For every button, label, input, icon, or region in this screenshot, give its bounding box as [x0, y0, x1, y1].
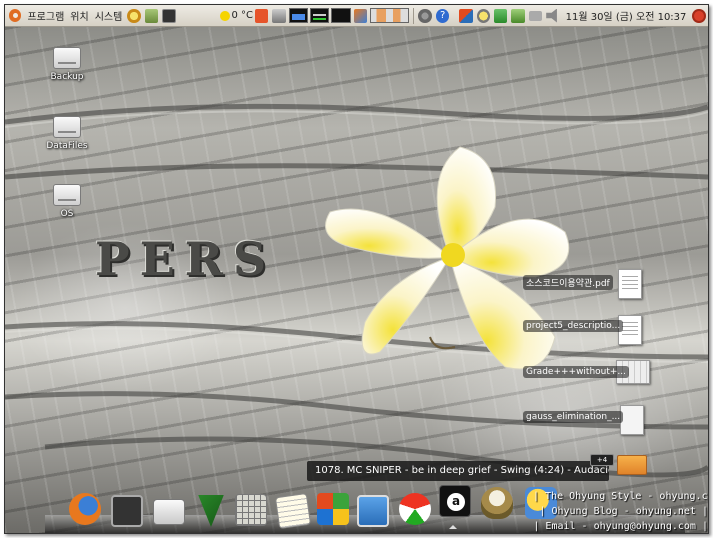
- audacious-icon[interactable]: a: [439, 485, 471, 517]
- credit-text: | The Ohyung Style - ohyung.com | | Ohyu…: [533, 489, 708, 533]
- menu-applications[interactable]: 프로그램: [24, 5, 67, 26]
- update-notifier-icon[interactable]: [476, 8, 490, 23]
- file-label: 소스코드이용약관.pdf: [523, 275, 613, 290]
- desktop-icon-backup[interactable]: Backup: [32, 47, 102, 82]
- menu-system[interactable]: 시스템: [92, 5, 126, 26]
- desktop-icon-label: OS: [60, 209, 74, 219]
- help-icon[interactable]: ?: [435, 8, 450, 23]
- firefox-launcher-icon[interactable]: [353, 8, 368, 23]
- memory-monitor-icon: [310, 8, 330, 23]
- desktop-icon-label: DataFiles: [46, 141, 88, 151]
- rss-icon[interactable]: [255, 8, 269, 23]
- notification-icon[interactable]: [459, 8, 473, 23]
- now-playing-badge: +4: [590, 454, 614, 466]
- screenshot-icon[interactable]: [272, 8, 286, 23]
- weather-sun-icon: [219, 10, 230, 21]
- settings-gear-icon[interactable]: [418, 8, 432, 23]
- drive-icon: [53, 47, 81, 69]
- windows-icon[interactable]: [317, 493, 349, 525]
- screen: PERS Backup DataFiles OS 소스코드이용약관.pdf pr…: [4, 4, 709, 534]
- calculator-icon[interactable]: [235, 494, 267, 526]
- cpu-monitor-icon: [288, 8, 309, 23]
- weather-temperature[interactable]: 0 °C: [232, 10, 254, 21]
- credit-line: | The Ohyung Style - ohyung.com |: [533, 491, 708, 502]
- dock-indicator-arrow: [449, 525, 457, 529]
- drive-icon: [53, 116, 81, 138]
- network-icon[interactable]: [357, 495, 389, 527]
- terminal-icon[interactable]: [111, 495, 143, 527]
- file-label: project5_descriptio...: [523, 320, 624, 332]
- drive-icon: [53, 184, 81, 206]
- folder-icon: [617, 455, 647, 475]
- credit-line: | Ohyung Blog - ohyung.net |: [539, 506, 708, 517]
- power-icon[interactable]: [692, 8, 706, 23]
- volume-icon[interactable]: [546, 8, 557, 23]
- file-label: gauss_elimination_...: [523, 411, 624, 423]
- credit-line: | Email - ohyung@ohyung.com |: [533, 521, 708, 532]
- ubuntu-logo-icon[interactable]: [9, 9, 22, 22]
- drive-icon[interactable]: [153, 499, 185, 525]
- keyboard-icon[interactable]: [528, 10, 543, 21]
- clock[interactable]: 11월 30일 (금) 오전 10:37: [566, 8, 687, 23]
- workspace-switcher[interactable]: [370, 8, 409, 23]
- text-editor-icon[interactable]: [274, 492, 312, 530]
- battery-icon[interactable]: [511, 8, 525, 23]
- desktop-wallpaper: PERS Backup DataFiles OS 소스코드이용약관.pdf pr…: [5, 27, 708, 533]
- menu-places[interactable]: 위치: [67, 5, 91, 26]
- network-status-icon[interactable]: [493, 8, 508, 23]
- pdf-file-icon: [618, 269, 642, 299]
- file-label: Grade+++without+...: [523, 366, 630, 378]
- network-monitor-icon: [331, 8, 351, 23]
- top-panel: 프로그램 위치 시스템 0 °C ? 11월 30일 (금) 오전 10:37: [5, 5, 708, 27]
- text-file-icon: [620, 405, 644, 435]
- audacious-now-playing[interactable]: 1078. MC SNIPER - be in deep grief - Swi…: [307, 461, 609, 481]
- network-launcher-icon[interactable]: [144, 8, 159, 23]
- plumeria-flower: [325, 146, 570, 370]
- firefox-icon[interactable]: [69, 493, 101, 525]
- wallpaper-engraving: PERS: [95, 232, 277, 286]
- beach-ball-icon[interactable]: [399, 493, 431, 525]
- desktop-icon-datafiles[interactable]: DataFiles: [32, 116, 102, 151]
- pidgin-icon[interactable]: [481, 487, 513, 519]
- terminal-launcher-icon[interactable]: [162, 8, 176, 23]
- desktop-icon-os[interactable]: OS: [32, 184, 102, 219]
- help-launcher-icon[interactable]: [127, 8, 141, 23]
- desktop-icon-label: Backup: [50, 72, 84, 82]
